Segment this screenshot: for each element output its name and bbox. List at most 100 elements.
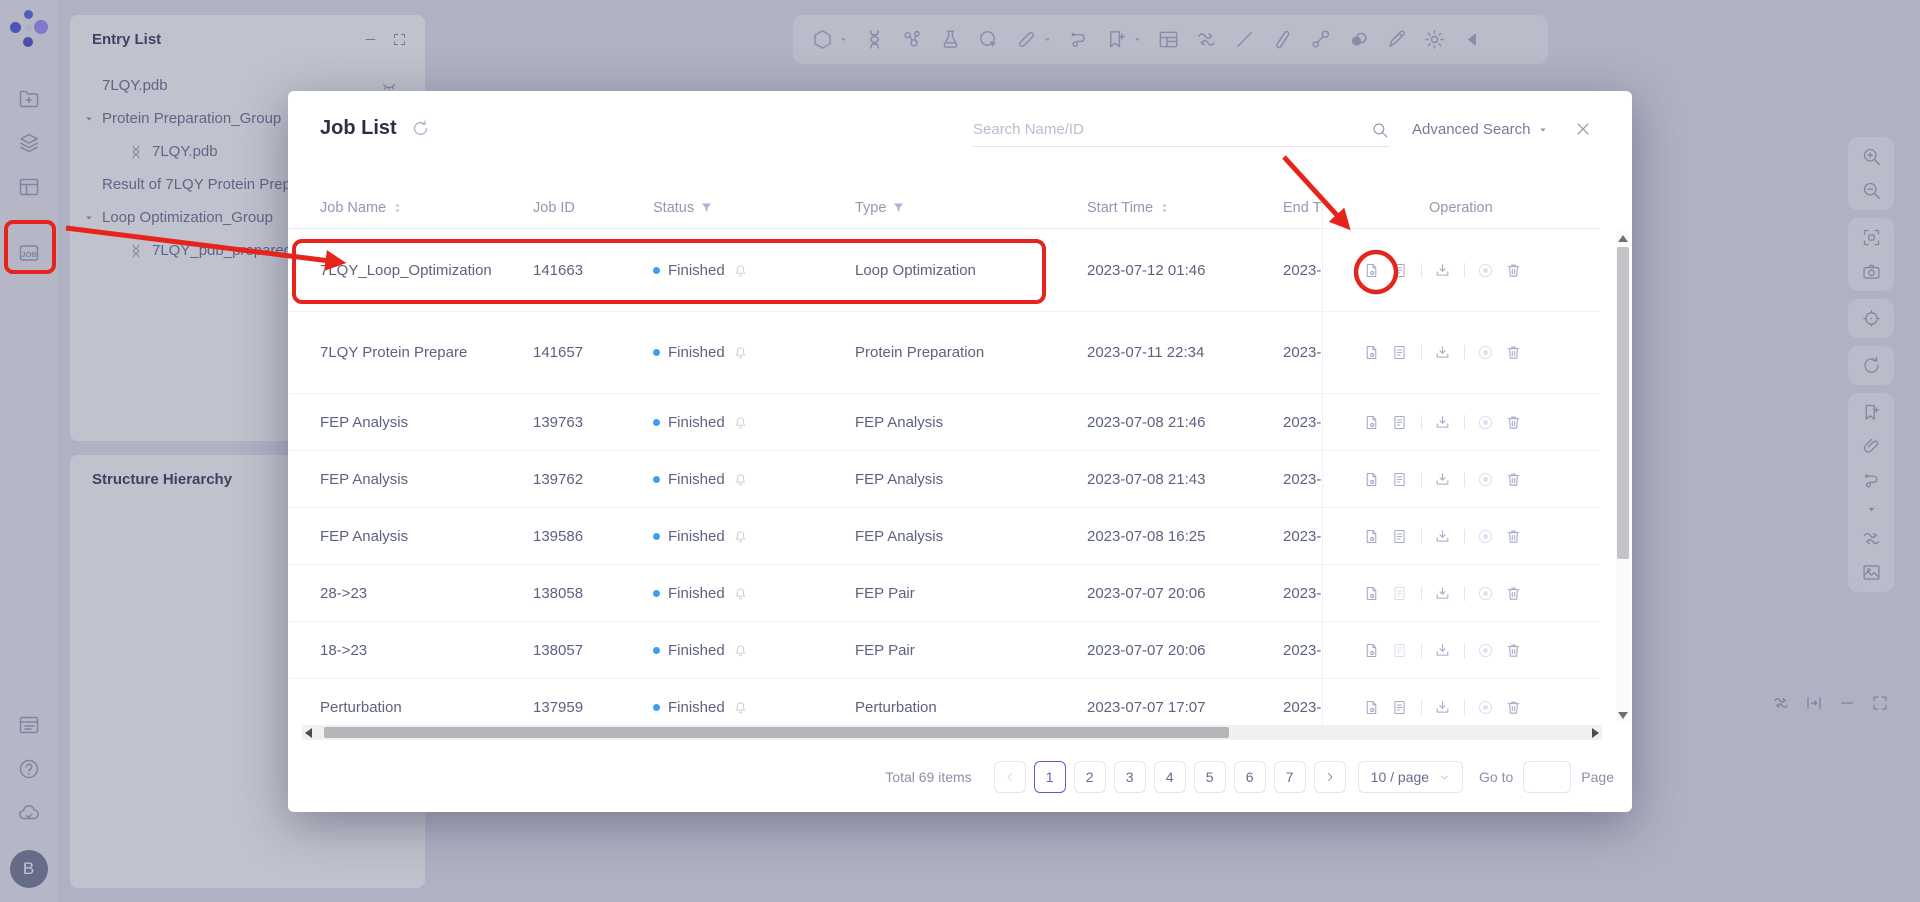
page-button-4[interactable]: 4 [1154,761,1186,793]
bell-icon[interactable] [733,415,748,430]
download-icon[interactable] [1434,414,1451,431]
view-result-icon[interactable] [1363,642,1380,659]
view-log-icon[interactable] [1391,642,1408,659]
cell-start: 2023-07-08 16:25 [1087,528,1283,545]
delete-icon[interactable] [1505,344,1522,361]
scroll-down-arrow[interactable] [1618,712,1628,719]
refresh-icon[interactable] [411,119,430,138]
download-icon[interactable] [1434,344,1451,361]
view-result-icon[interactable] [1363,262,1380,279]
page-button-5[interactable]: 5 [1194,761,1226,793]
page-button-3[interactable]: 3 [1114,761,1146,793]
status-dot [653,590,660,597]
stop-job-icon [1477,471,1494,488]
view-log-icon[interactable] [1391,344,1408,361]
view-result-icon[interactable] [1363,528,1380,545]
cell-operation [1322,565,1600,621]
divider [1464,345,1465,360]
cell-end: 2023-0 [1283,344,1322,361]
view-log-icon[interactable] [1391,414,1408,431]
cell-type: FEP Analysis [855,471,1087,488]
view-log-icon[interactable] [1391,585,1408,602]
sort-icon[interactable] [392,200,403,216]
table-row[interactable]: FEP Analysis139763FinishedFEP Analysis20… [288,394,1600,451]
filter-icon[interactable] [892,201,905,214]
column-header-status[interactable]: Status [653,200,855,216]
page-button-2[interactable]: 2 [1074,761,1106,793]
scroll-up-arrow[interactable] [1618,235,1628,242]
close-modal-button[interactable] [1573,119,1593,139]
delete-icon[interactable] [1505,414,1522,431]
divider [1421,415,1422,430]
download-icon[interactable] [1434,585,1451,602]
bell-icon[interactable] [733,643,748,658]
page-button-6[interactable]: 6 [1234,761,1266,793]
delete-icon[interactable] [1505,585,1522,602]
page-size-value: 10 / page [1371,769,1429,785]
view-log-icon[interactable] [1391,262,1408,279]
table-row[interactable]: 7LQY Protein Prepare141657FinishedProtei… [288,312,1600,394]
view-result-icon[interactable] [1363,471,1380,488]
column-header-start-time[interactable]: Start Time [1087,200,1283,216]
status-text: Finished [668,528,725,545]
cell-status: Finished [653,642,855,659]
view-log-icon[interactable] [1391,471,1408,488]
cell-type: FEP Analysis [855,414,1087,431]
delete-icon[interactable] [1505,528,1522,545]
delete-icon[interactable] [1505,699,1522,716]
page-button-1[interactable]: 1 [1034,761,1066,793]
scroll-left-arrow[interactable] [305,728,312,738]
advanced-search-toggle[interactable]: Advanced Search [1412,121,1548,138]
status-text: Finished [668,471,725,488]
horizontal-scrollbar[interactable] [302,725,1602,740]
sort-icon[interactable] [1159,200,1170,216]
column-header-type[interactable]: Type [855,200,1087,216]
bell-icon[interactable] [733,700,748,715]
download-icon[interactable] [1434,699,1451,716]
table-row[interactable]: FEP Analysis139762FinishedFEP Analysis20… [288,451,1600,508]
goto-page-input[interactable] [1523,761,1571,793]
column-label: Job ID [533,200,575,216]
job-table-body: 7LQY_Loop_Optimization141663FinishedLoop… [288,229,1600,725]
next-page-button[interactable] [1314,761,1346,793]
delete-icon[interactable] [1505,471,1522,488]
vertical-scrollbar-thumb[interactable] [1617,247,1629,559]
search-input[interactable] [973,121,1371,138]
divider [1421,700,1422,715]
scroll-right-arrow[interactable] [1592,728,1599,738]
download-icon[interactable] [1434,262,1451,279]
view-result-icon[interactable] [1363,414,1380,431]
view-result-icon[interactable] [1363,699,1380,716]
download-icon[interactable] [1434,642,1451,659]
view-result-icon[interactable] [1363,344,1380,361]
search-icon[interactable] [1371,121,1389,139]
cell-operation [1322,679,1600,725]
delete-icon[interactable] [1505,642,1522,659]
vertical-scrollbar[interactable] [1616,231,1630,723]
page-size-select[interactable]: 10 / page [1358,761,1463,793]
view-result-icon[interactable] [1363,585,1380,602]
table-row[interactable]: 28->23138058FinishedFEP Pair2023-07-07 2… [288,565,1600,622]
delete-icon[interactable] [1505,262,1522,279]
bell-icon[interactable] [733,263,748,278]
table-row-highlighted[interactable]: 7LQY_Loop_Optimization141663FinishedLoop… [288,229,1600,312]
chevron-down-icon [1439,772,1450,783]
column-header-job-name[interactable]: Job Name [320,200,533,216]
download-icon[interactable] [1434,528,1451,545]
view-log-icon[interactable] [1391,699,1408,716]
bell-icon[interactable] [733,345,748,360]
view-log-icon[interactable] [1391,528,1408,545]
bell-icon[interactable] [733,586,748,601]
filter-icon[interactable] [700,201,713,214]
table-row[interactable]: FEP Analysis139586FinishedFEP Analysis20… [288,508,1600,565]
bell-icon[interactable] [733,529,748,544]
bell-icon[interactable] [733,472,748,487]
divider [1464,529,1465,544]
download-icon[interactable] [1434,471,1451,488]
table-row[interactable]: 18->23138057FinishedFEP Pair2023-07-07 2… [288,622,1600,679]
prev-page-button[interactable] [994,761,1026,793]
horizontal-scrollbar-thumb[interactable] [324,727,1229,738]
page-button-7[interactable]: 7 [1274,761,1306,793]
table-row[interactable]: Perturbation137959FinishedPerturbation20… [288,679,1600,725]
divider [1421,472,1422,487]
